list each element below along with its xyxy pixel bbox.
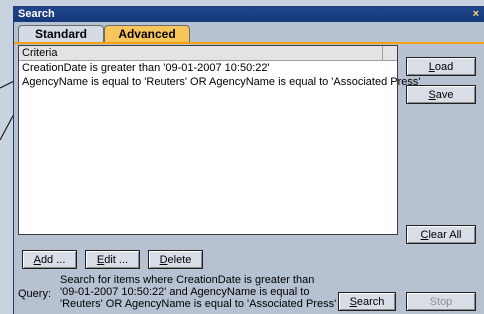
save-button[interactable]: Save: [406, 85, 476, 104]
clear-all-label: lear All: [428, 229, 462, 241]
tab-advanced[interactable]: Advanced: [104, 25, 190, 42]
query-summary: Search for items where CreationDate is g…: [60, 274, 340, 310]
window-title: Search: [18, 8, 55, 20]
stop-button[interactable]: Stop: [406, 292, 476, 311]
query-line: Search for items where CreationDate is g…: [60, 274, 315, 286]
edit-button[interactable]: Edit ...: [85, 250, 140, 269]
load-button[interactable]: Load: [406, 57, 476, 76]
load-label: oad: [434, 61, 454, 73]
add-button[interactable]: Add ...: [22, 250, 77, 269]
tab-strip: Standard Advanced: [14, 22, 484, 44]
criteria-column-header[interactable]: Criteria: [19, 46, 397, 61]
delete-button[interactable]: Delete: [148, 250, 203, 269]
tab-standard[interactable]: Standard: [18, 25, 104, 42]
query-label: Query:: [18, 288, 52, 300]
search-mnemonic: S: [349, 296, 357, 308]
delete-label: elete: [167, 254, 192, 266]
save-label: ave: [435, 89, 454, 101]
clear-all-button[interactable]: Clear All: [406, 225, 476, 244]
close-icon[interactable]: ×: [473, 8, 479, 20]
criteria-row[interactable]: AgencyName is equal to 'Reuters' OR Agen…: [22, 76, 420, 88]
save-mnemonic: S: [428, 89, 436, 101]
search-label: earch: [356, 296, 385, 308]
title-bar: Search ×: [14, 7, 484, 22]
criteria-row[interactable]: CreationDate is greater than '09-01-2007…: [22, 62, 270, 74]
stop-label: Stop: [429, 296, 453, 308]
add-mnemonic: A: [33, 254, 41, 266]
query-line: 'Reuters' OR AgencyName is equal to 'Ass…: [60, 298, 337, 310]
search-panel: Criteria CreationDate is greater than '0…: [18, 45, 480, 313]
query-line: '09-01-2007 10:50:22' and AgencyName is …: [60, 286, 310, 298]
delete-mnemonic: D: [159, 254, 168, 266]
search-button[interactable]: Search: [338, 292, 396, 311]
add-label: dd ...: [40, 254, 66, 266]
criteria-list[interactable]: Criteria CreationDate is greater than '0…: [18, 45, 420, 235]
header-divider: [382, 46, 383, 60]
edit-label: dit ...: [104, 254, 129, 266]
criteria-header-label: Criteria: [22, 47, 58, 59]
search-window: Search × Standard Advanced Criteria Crea…: [13, 6, 484, 314]
